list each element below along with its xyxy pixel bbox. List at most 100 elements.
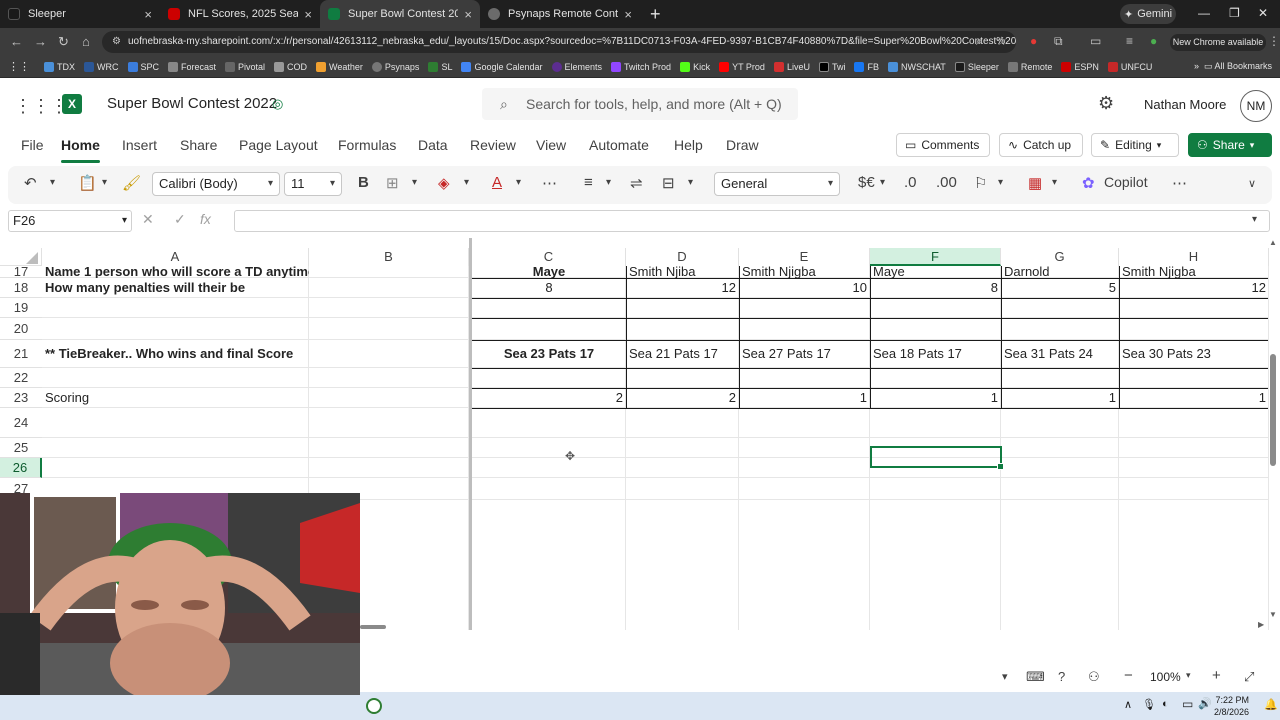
bookmark-twitch-prod[interactable]: Twitch Prod [611,61,671,72]
cell-a18[interactable]: How many penalties will their be [42,278,309,298]
row-header-25[interactable]: 25 [0,438,42,458]
cell-h17[interactable]: Smith Njigba [1119,266,1269,278]
row-header-17[interactable]: 17 [0,265,42,278]
volume-icon[interactable]: 🔊 [1198,697,1212,710]
merge-cells-icon[interactable]: ⊟ [662,174,675,192]
status-chevron-icon[interactable]: ▾ [1002,670,1008,683]
decrease-decimal-icon[interactable]: .0 [904,174,917,191]
tab-page-layout[interactable]: Page Layout [239,137,318,153]
document-title[interactable]: Super Bowl Contest 2022 [107,95,277,112]
bookmark-fb[interactable]: FB [854,61,879,72]
cell-c18[interactable]: 8 [472,278,626,298]
zoom-icon[interactable]: ⌕ [976,34,983,49]
browser-menu-icon[interactable]: ⋮ [1268,34,1280,48]
font-name-select[interactable]: Calibri (Body) ▾ [152,172,280,196]
tab-home[interactable]: Home [61,137,100,163]
cell-styles-icon[interactable]: ▦ [1028,174,1042,192]
tab-automate[interactable]: Automate [589,137,649,153]
close-tab-icon[interactable]: × [304,7,312,22]
row-header-23[interactable]: 23 [0,388,42,408]
saved-status-icon[interactable]: ◎ [272,96,283,112]
cancel-icon[interactable]: ✕ [142,211,154,228]
bookmark-espn[interactable]: ESPN [1061,61,1099,72]
forward-icon[interactable]: → [34,34,47,49]
profile-icon[interactable]: ● [1150,34,1157,48]
active-cell-selection[interactable] [870,446,1004,470]
cell-f17[interactable]: Maye [870,266,1001,278]
close-tab-icon[interactable]: × [464,7,472,22]
extensions-icon[interactable]: ⧉ [1054,34,1063,49]
cell-d18[interactable]: 12 [626,278,739,298]
reload-icon[interactable]: ↻ [58,34,69,50]
cell-e23[interactable]: 1 [739,388,870,408]
bookmark-yt-prod[interactable]: YT Prod [719,61,765,72]
zoom-dropdown-icon[interactable]: ▾ [1186,670,1191,681]
vertical-scrollbar[interactable]: ▲ ▼ [1268,238,1278,622]
comments-button[interactable]: ▭ Comments [896,133,990,157]
close-tab-icon[interactable]: × [624,7,632,22]
borders-dropdown-icon[interactable]: ▾ [412,177,417,188]
tab-data[interactable]: Data [418,137,448,153]
cell-c21[interactable]: Sea 23 Pats 17 [472,340,626,368]
expand-formula-bar-icon[interactable]: ▾ [1252,214,1257,225]
wrap-text-icon[interactable]: ⇌ [630,174,643,192]
browser-tab-espn[interactable]: NFL Scores, 2025 Season - ESPN × [160,0,320,28]
paste-icon[interactable]: 📋 [78,174,97,192]
cell-h18[interactable]: 12 [1119,278,1269,298]
restore-icon[interactable]: ❐ [1229,6,1240,20]
bookmark-nwschat[interactable]: NWSCHAT [887,61,946,72]
minimize-icon[interactable]: — [1198,6,1210,20]
new-chrome-available-button[interactable]: New Chrome available [1170,34,1266,51]
scroll-up-icon[interactable]: ▲ [1269,238,1277,247]
column-header-g[interactable]: G [1001,248,1119,266]
bookmark-tdx[interactable]: TDX [44,61,75,72]
row-header-24[interactable]: 24 [0,408,42,438]
new-tab-icon[interactable]: + [650,4,661,25]
row-header-22[interactable]: 22 [0,368,42,388]
tab-help[interactable]: Help [674,137,703,153]
bold-icon[interactable]: B [358,174,369,191]
column-header-a[interactable]: A [42,248,309,266]
keyboard-icon[interactable]: ⌨ [1026,669,1045,685]
mic-icon[interactable]: 🎙 [1142,698,1156,711]
site-info-icon[interactable]: ⚙ [112,31,121,53]
chrome-taskbar-icon[interactable] [366,698,382,714]
conditional-format-dropdown-icon[interactable]: ▾ [998,177,1003,188]
font-color-dropdown-icon[interactable]: ▾ [516,177,521,188]
align-icon[interactable]: ≡ [584,174,593,191]
more-options-icon[interactable]: ⋯ [1172,174,1187,192]
cell-f23[interactable]: 1 [870,388,1001,408]
column-header-h[interactable]: H [1119,248,1269,266]
align-dropdown-icon[interactable]: ▾ [606,177,611,188]
close-tab-icon[interactable]: × [144,7,152,22]
column-header-c[interactable]: C [472,248,626,266]
bookmark-sl[interactable]: SL [428,61,452,72]
column-header-e[interactable]: E [739,248,870,266]
tab-file[interactable]: File [21,137,44,153]
catch-up-button[interactable]: ∿ Catch up [999,133,1083,157]
help-icon[interactable]: ? [1058,669,1065,684]
cell-h23[interactable]: 1 [1119,388,1269,408]
share-button[interactable]: ⚇ Share ▾ [1188,133,1272,157]
user-name[interactable]: Nathan Moore [1144,97,1226,112]
cell-h21[interactable]: Sea 30 Pats 23 [1119,340,1269,368]
horizontal-scroll-thumb[interactable] [360,625,386,629]
all-bookmarks-button[interactable]: » ▭ All Bookmarks [1194,61,1272,72]
currency-dropdown-icon[interactable]: ▾ [880,177,885,188]
bookmark-twi[interactable]: Twi [818,61,845,72]
tab-view[interactable]: View [536,137,566,153]
copilot-button[interactable]: Copilot [1104,174,1148,190]
row-header-20[interactable]: 20 [0,318,42,340]
cell-e17[interactable]: Smith Njigba [739,266,870,278]
number-format-select[interactable]: General ▾ [714,172,840,196]
cell-f18[interactable]: 8 [870,278,1001,298]
accessibility-icon[interactable]: ⚇ [1088,669,1100,685]
cell-d23[interactable]: 2 [626,388,739,408]
fullscreen-icon[interactable]: ⤢ [1244,669,1254,685]
bookmark-pivotal[interactable]: Pivotal [225,61,265,72]
cast-icon[interactable]: ▭ [1090,34,1101,48]
merge-dropdown-icon[interactable]: ▾ [688,177,693,188]
row-header-18[interactable]: 18 [0,278,42,298]
browser-tab-sleeper[interactable]: Sleeper × [0,0,160,28]
bookmark-weather[interactable]: Weather [316,61,363,72]
